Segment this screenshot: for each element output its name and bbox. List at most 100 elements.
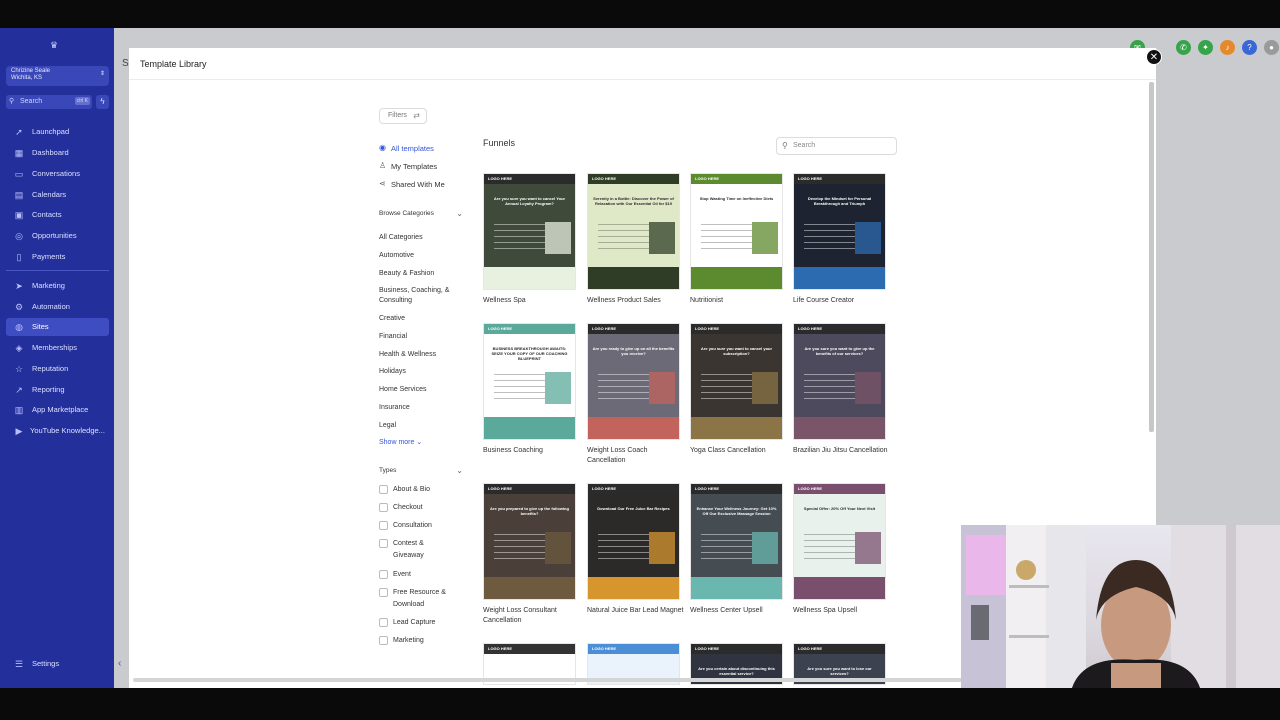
template-thumbnail[interactable]: LOGO HERE Are you prepared to give up the…	[483, 483, 576, 600]
category-item[interactable]: Beauty & Fashion	[379, 269, 459, 279]
sidebar-item-payments[interactable]: ▯ Payments	[6, 248, 109, 266]
checkbox[interactable]	[379, 570, 388, 579]
type-checkbox[interactable]: Event	[379, 569, 469, 581]
template-thumbnail[interactable]: LOGO HERE Special Offer: 20% Off Your Nex…	[793, 483, 886, 600]
checkbox[interactable]	[379, 618, 388, 627]
template-card[interactable]: LOGO HERE	[587, 643, 680, 685]
template-card[interactable]: LOGO HERE Develop the Mindset for Persona…	[793, 173, 886, 323]
account-switcher[interactable]: Chrizine Seale Wichita, KS ⇕	[6, 66, 109, 86]
sidebar-search[interactable]: ⚲ Search ctrl K	[6, 95, 92, 109]
checkbox[interactable]	[379, 539, 388, 548]
template-card[interactable]: LOGO HERE Are you sure you want to cancel…	[483, 173, 576, 323]
sidebar-item-calendars[interactable]: ▤ Calendars	[6, 186, 109, 204]
category-item[interactable]: Creative	[379, 314, 459, 324]
sidebar-item-opportunities[interactable]: ◎ Opportunities	[6, 227, 109, 245]
template-card[interactable]: LOGO HERE Stop Wasting Time on Ineffectiv…	[690, 173, 783, 323]
type-checkbox[interactable]: Free Resource & Download	[379, 587, 459, 610]
help-icon[interactable]: ?	[1242, 40, 1257, 55]
template-card[interactable]: LOGO HERE Are you certain about discontin…	[690, 643, 783, 685]
category-item[interactable]: Business, Coaching, & Consulting	[379, 286, 459, 306]
checkbox[interactable]	[379, 485, 388, 494]
sidebar-item-settings[interactable]: ☰ Settings	[6, 655, 109, 673]
sidebar-item-conversations[interactable]: ▭ Conversations	[6, 165, 109, 183]
type-checkbox[interactable]: Checkout	[379, 502, 469, 514]
template-search-input[interactable]: ⚲ Search	[776, 137, 897, 155]
template-thumbnail[interactable]: LOGO HERE Stop Wasting Time on Ineffectiv…	[690, 173, 783, 290]
checkbox[interactable]	[379, 588, 388, 597]
shared-with-me-link[interactable]: ⋖ Shared With Me	[379, 179, 445, 189]
checkbox[interactable]	[379, 636, 388, 645]
category-item[interactable]: Automotive	[379, 251, 459, 261]
template-name: Wellness Spa	[483, 297, 526, 304]
sidebar-item-reporting[interactable]: ↗ Reporting	[6, 381, 109, 399]
thumbnail-headline: Are you prepared to give up the followin…	[490, 506, 569, 516]
template-thumbnail[interactable]: LOGO HERE Develop the Mindset for Persona…	[793, 173, 886, 290]
thumbnail-text-line	[804, 248, 855, 249]
all-templates-link[interactable]: ◉ All templates	[379, 143, 434, 153]
avatar[interactable]: ●	[1264, 40, 1279, 55]
my-templates-link[interactable]: ♙ My Templates	[379, 161, 437, 171]
sidebar-item-marketing[interactable]: ➤ Marketing	[6, 277, 109, 295]
type-checkbox[interactable]: Consultation	[379, 520, 469, 532]
megaphone-icon[interactable]: ✦	[1198, 40, 1213, 55]
horizontal-scrollbar[interactable]	[133, 678, 963, 682]
template-card[interactable]: LOGO HERE Enhance Your Wellness Journey: …	[690, 483, 783, 633]
vertical-scrollbar[interactable]	[1149, 82, 1154, 432]
template-thumbnail[interactable]: LOGO HERE Download Our Free Juice Bar Rec…	[587, 483, 680, 600]
show-more-link[interactable]: Show more ⌄	[379, 438, 422, 446]
thumbnail-text-line	[598, 558, 649, 559]
template-card[interactable]: LOGO HERE Are you sure you want to lose o…	[793, 643, 886, 685]
sidebar-item-automation[interactable]: ⚙ Automation	[6, 298, 109, 316]
template-card[interactable]: LOGO HERE Are you sure you want to give u…	[793, 323, 888, 473]
template-thumbnail[interactable]: LOGO HERE Are you sure you want to cancel…	[690, 323, 783, 440]
sidebar-item-contacts[interactable]: ▣ Contacts	[6, 206, 109, 224]
types-header[interactable]: Types ⌄	[379, 466, 463, 475]
type-checkbox[interactable]: About & Bio	[379, 484, 469, 496]
template-card[interactable]: LOGO HERE Serenity in a Bottle: Discover …	[587, 173, 680, 323]
browse-categories-header[interactable]: Browse Categories ⌄	[379, 209, 463, 218]
thumbnail-footer	[794, 267, 885, 289]
template-card[interactable]: LOGO HERE	[483, 643, 576, 685]
sidebar-item-memberships[interactable]: ◈ Memberships	[6, 339, 109, 357]
category-item[interactable]: Home Services	[379, 385, 459, 395]
category-item[interactable]: Legal	[379, 421, 459, 431]
thumbnail-text-line	[494, 236, 545, 237]
template-thumbnail[interactable]: LOGO HERE Are you sure you want to cancel…	[483, 173, 576, 290]
bell-icon[interactable]: ♪	[1220, 40, 1235, 55]
sidebar-item-app-marketplace[interactable]: ▥ App Marketplace	[6, 401, 109, 419]
bolt-icon[interactable]: ϟ	[96, 95, 109, 109]
close-icon[interactable]: ✕	[1146, 49, 1162, 65]
collapse-sidebar-icon[interactable]: ‹	[118, 658, 121, 669]
template-thumbnail[interactable]: LOGO HERE Enhance Your Wellness Journey: …	[690, 483, 783, 600]
sidebar-item-reputation[interactable]: ☆ Reputation	[6, 360, 109, 378]
template-thumbnail[interactable]: LOGO HERE BUSINESS BREAKTHROUGH AWAITS: S…	[483, 323, 576, 440]
sidebar-item-sites[interactable]: ◍ Sites	[6, 318, 109, 336]
checkbox[interactable]	[379, 521, 388, 530]
sidebar-item-launchpad[interactable]: ➚ Launchpad	[6, 123, 109, 141]
template-card[interactable]: LOGO HERE Are you sure you want to cancel…	[690, 323, 783, 473]
sidebar-item-dashboard[interactable]: ▦ Dashboard	[6, 144, 109, 162]
category-item[interactable]: Financial	[379, 332, 459, 342]
type-checkbox[interactable]: Contest & Giveaway	[379, 538, 449, 561]
category-item[interactable]: Insurance	[379, 403, 459, 413]
template-card[interactable]: LOGO HERE Download Our Free Juice Bar Rec…	[587, 483, 684, 633]
sidebar-item-youtube-knowledge[interactable]: ▶ YouTube Knowledge...	[6, 422, 109, 440]
category-item[interactable]: Health & Wellness	[379, 350, 459, 360]
category-item[interactable]: All Categories	[379, 233, 459, 243]
phone-icon[interactable]: ✆	[1176, 40, 1191, 55]
type-checkbox[interactable]: Lead Capture	[379, 617, 469, 629]
filters-button[interactable]: Filters ⇄	[379, 108, 427, 124]
template-thumbnail[interactable]: LOGO HERE Are you sure you want to give u…	[793, 323, 886, 440]
template-thumbnail[interactable]: LOGO HERE Serenity in a Bottle: Discover …	[587, 173, 680, 290]
category-item[interactable]: Holidays	[379, 367, 459, 377]
thumbnail-logo: LOGO HERE	[695, 176, 720, 181]
template-card[interactable]: LOGO HERE BUSINESS BREAKTHROUGH AWAITS: S…	[483, 323, 576, 473]
template-thumbnail[interactable]: LOGO HERE Are you ready to give up on all…	[587, 323, 680, 440]
thumbnail-footer	[588, 577, 679, 599]
template-card[interactable]: LOGO HERE Special Offer: 20% Off Your Nex…	[793, 483, 886, 633]
template-card[interactable]: LOGO HERE Are you ready to give up on all…	[587, 323, 680, 473]
template-card[interactable]: LOGO HERE Are you prepared to give up the…	[483, 483, 576, 633]
thumbnail-logo: LOGO HERE	[488, 486, 513, 491]
checkbox[interactable]	[379, 503, 388, 512]
type-checkbox[interactable]: Marketing	[379, 635, 469, 647]
